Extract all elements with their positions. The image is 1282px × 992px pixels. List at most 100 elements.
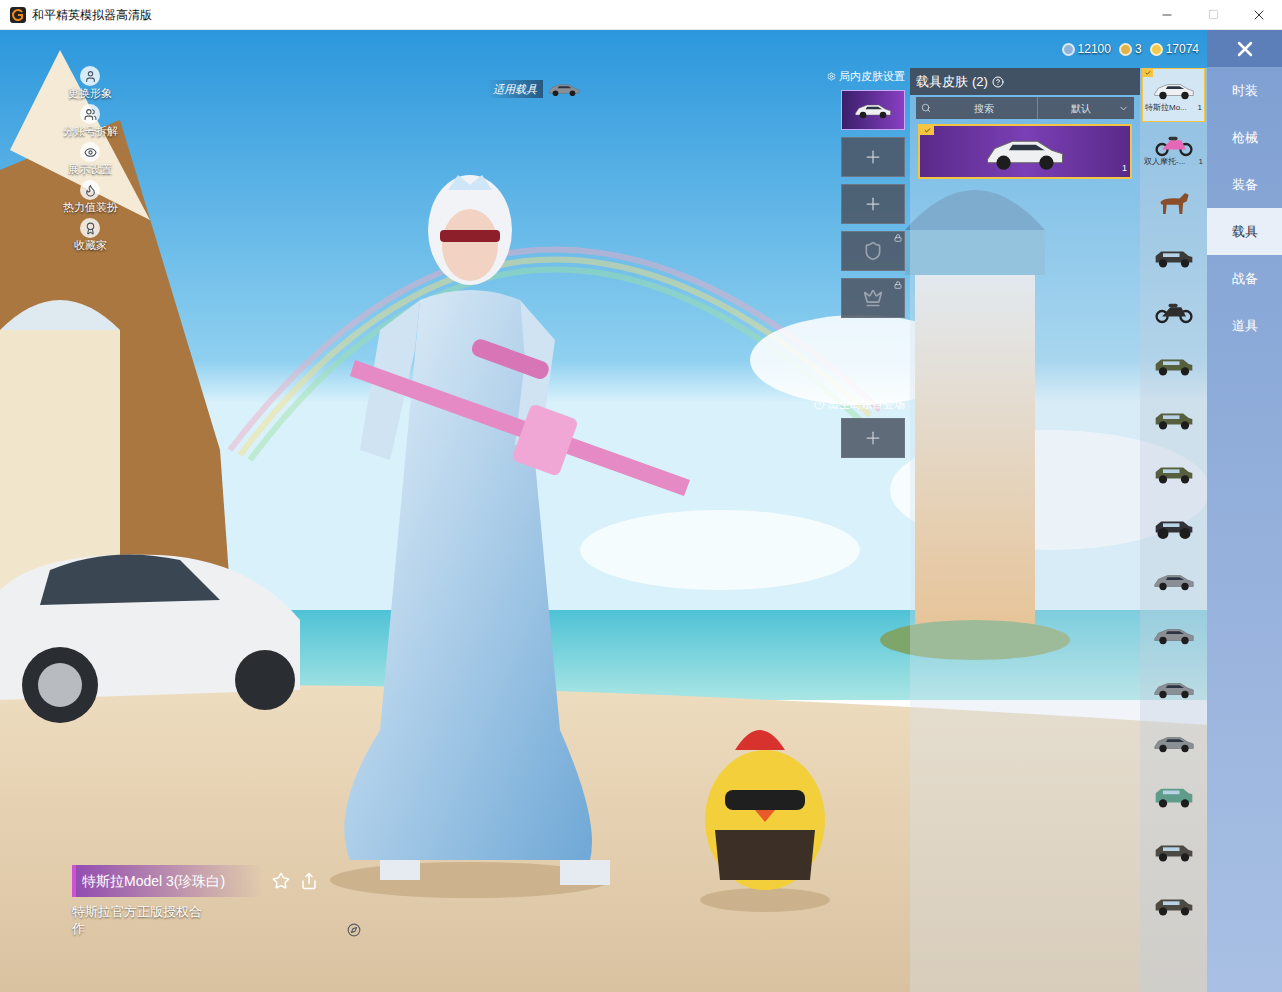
sort-dropdown[interactable]: 默认 [1038,97,1134,119]
currency-amount: 17074 [1166,40,1199,58]
help-icon [814,399,825,410]
emulator-window: 和平精英模拟器高清版更换形象分账号拆解展示设置热力值装扮收藏家适用载具特斯拉Mo… [0,0,1282,992]
coupe-icon [547,79,581,99]
vehicle-item[interactable] [1142,824,1205,878]
skin-slot[interactable] [841,184,905,224]
vehicle-item[interactable] [1142,716,1205,770]
search-row: 搜索默认 [916,97,1134,119]
coupe-icon [1152,568,1196,594]
sedan-icon [977,127,1073,177]
check-icon [1145,70,1151,76]
menu-icon [84,184,97,197]
side-menu-item[interactable]: 展示设置 [68,142,112,176]
chevron-down-icon [1118,103,1129,114]
skin-slot[interactable] [841,418,905,458]
title-bar: 和平精英模拟器高清版 [0,0,1282,30]
maximize-button[interactable] [1190,0,1236,29]
horse-icon [1152,190,1196,216]
currency: 3 [1119,40,1142,58]
side-menu-item[interactable]: 更换形象 [68,66,112,100]
motorbike-icon [1152,131,1196,157]
side-menu-item[interactable]: 收藏家 [74,218,107,252]
add-icon [863,194,883,214]
skin-browser: 12100317074载具皮肤(2)搜索默认1特斯拉Mo...1双人摩托-...… [910,30,1207,992]
lock-icon [894,234,902,242]
vehicle-item[interactable] [1142,878,1205,932]
minimize-icon [1160,8,1174,22]
side-menu-item[interactable]: 分账号拆解 [63,104,118,138]
skin-quantity: 1 [1122,162,1127,176]
monster-truck-icon [1152,514,1196,540]
side-menu-label: 展示设置 [68,162,112,176]
pickup-icon [1152,838,1196,864]
side-menu-label: 热力值装扮 [63,200,118,214]
maximize-icon [1208,9,1219,20]
vehicle-item[interactable] [1142,338,1205,392]
vehicle-item[interactable] [1142,662,1205,716]
window-title: 和平精英模拟器高清版 [32,6,152,24]
coin-icon [1062,43,1075,56]
vehicle-count: 1 [1198,103,1202,113]
skin-panel-title: 载具皮肤 [916,72,968,92]
category-tab[interactable]: 战备 [1207,255,1282,302]
vehicle-item[interactable] [1142,500,1205,554]
minimize-button[interactable] [1144,0,1190,29]
skin-slot[interactable] [841,278,905,318]
vehicle-item[interactable] [1142,230,1205,284]
coupe-icon [1152,730,1196,756]
skin-slot[interactable] [841,90,905,130]
currency-bar: 12100 3 17074 [910,30,1207,68]
category-tab[interactable]: 道具 [1207,302,1282,349]
emblem-icon [863,241,883,261]
vehicle-item[interactable]: 双人摩托-...1 [1142,122,1205,176]
motorcycle-icon [1152,298,1196,324]
buggy-icon [1152,244,1196,270]
scene-overlay: 更换形象分账号拆解展示设置热力值装扮收藏家 适用载具特斯拉Model 3(珍珠白)… [0,30,800,992]
side-menu: 更换形象分账号拆解展示设置热力值装扮收藏家 [58,66,122,252]
skin-card[interactable]: 1 [918,124,1132,179]
favorite-button[interactable] [272,872,290,890]
vehicle-item[interactable]: 特斯拉Mo...1 [1142,68,1205,122]
currency-amount: 3 [1135,40,1142,58]
category-tab[interactable]: 时装 [1207,67,1282,114]
vehicle-item[interactable] [1142,608,1205,662]
crown-icon [863,288,883,308]
menu-icon [84,108,97,121]
side-menu-label: 更换形象 [68,86,112,100]
side-menu-item[interactable]: 热力值装扮 [63,180,118,214]
van-icon [1152,784,1196,810]
close-lobby-button[interactable] [1207,30,1282,67]
selection-name-text: 特斯拉Model 3(珍珠白) [82,871,225,892]
coupe-icon [1152,622,1196,648]
vehicle-item[interactable] [1142,284,1205,338]
search-field[interactable]: 搜索 [916,97,1038,119]
selection-note: 特斯拉官方正版授权合作 [72,903,207,937]
vehicle-item[interactable] [1142,392,1205,446]
sedan-icon [1152,77,1196,103]
menu-icon [84,146,97,159]
category-tab[interactable]: 载具 [1207,208,1282,255]
skin-panel: 载具皮肤(2)搜索默认1 [910,68,1140,992]
share-button[interactable] [300,872,318,890]
search-icon [921,103,931,113]
vehicle-item[interactable] [1142,446,1205,500]
close-window-button[interactable] [1236,0,1282,29]
vehicle-item[interactable] [1142,176,1205,230]
vehicle-badge-label: 适用载具 [487,80,543,98]
sort-value: 默认 [1043,101,1118,116]
skin-slot[interactable] [841,231,905,271]
skin-slot[interactable] [841,137,905,177]
currency: 12100 [1062,40,1111,58]
help-icon [992,76,1004,88]
sedan-icon [853,98,893,122]
vehicle-list: 特斯拉Mo...1双人摩托-...1 [1140,68,1207,992]
jeep-icon [1152,406,1196,432]
vehicle-item[interactable] [1142,770,1205,824]
category-tab[interactable]: 装备 [1207,161,1282,208]
game-lobby: 更换形象分账号拆解展示设置热力值装扮收藏家 适用载具特斯拉Model 3(珍珠白)… [0,30,1282,992]
search-placeholder: 搜索 [935,101,1032,116]
currency: 17074 [1150,40,1199,58]
vehicle-item[interactable] [1142,554,1205,608]
skin-slots-column: 局内皮肤设置出生岛炫目登场 [800,30,910,992]
category-tab[interactable]: 枪械 [1207,114,1282,161]
